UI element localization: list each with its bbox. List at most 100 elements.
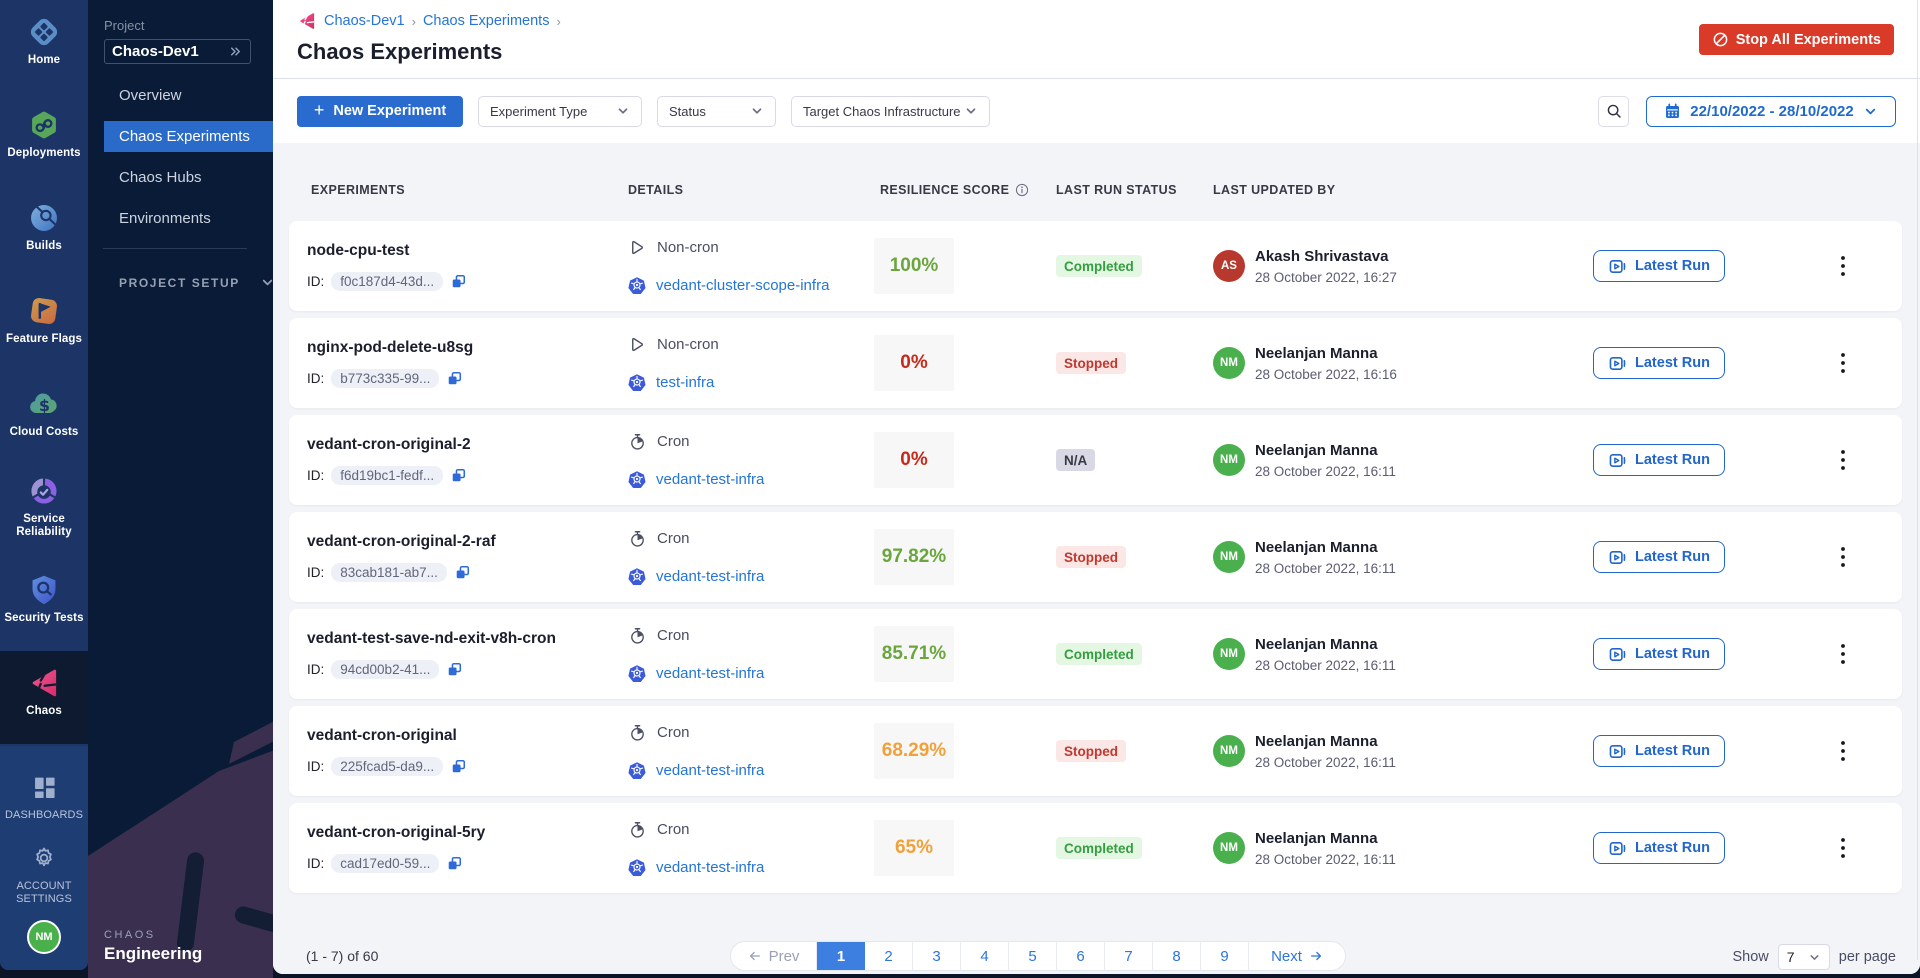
info-icon[interactable] [1015, 183, 1029, 197]
latest-run-button[interactable]: Latest Run [1593, 347, 1725, 379]
run-icon [1608, 451, 1627, 470]
breadcrumb-page[interactable]: Chaos Experiments [423, 13, 550, 29]
infrastructure-link[interactable]: vedant-test-infra [656, 568, 764, 585]
project-selector[interactable]: Chaos-Dev1 [104, 39, 251, 64]
infrastructure-link[interactable]: vedant-test-infra [656, 471, 764, 488]
copy-icon[interactable] [450, 758, 467, 775]
nav-item-chaos-experiments[interactable]: Chaos Experiments [104, 121, 273, 152]
chevron-down-icon [616, 104, 630, 118]
latest-run-button[interactable]: Latest Run [1593, 638, 1725, 670]
service-reliability-icon [26, 473, 62, 509]
pagination-page-5[interactable]: 5 [1009, 942, 1057, 970]
rail-module-chaos[interactable]: Chaos [0, 651, 88, 744]
chevron-down-icon [1863, 104, 1878, 119]
rail-module-security-tests[interactable]: Security Tests [0, 558, 88, 651]
pagination-page-4[interactable]: 4 [961, 942, 1009, 970]
copy-icon[interactable] [446, 855, 463, 872]
nav-item-environments[interactable]: Environments [104, 203, 273, 234]
infrastructure-link[interactable]: vedant-test-infra [656, 665, 764, 682]
nav-item-chaos-hubs[interactable]: Chaos Hubs [104, 162, 273, 193]
latest-run-button[interactable]: Latest Run [1593, 832, 1725, 864]
col-details: DETAILS [628, 183, 874, 197]
row-menu-button[interactable] [1836, 445, 1850, 475]
rail-module-service-reliability[interactable]: Service Reliability [0, 465, 88, 558]
schedule-type: Non-cron [657, 336, 719, 353]
row-menu-button[interactable] [1836, 639, 1850, 669]
resilience-score: 0% [874, 432, 954, 488]
pagination-prev[interactable]: Prev [731, 942, 817, 970]
pagination-page-3[interactable]: 3 [913, 942, 961, 970]
arrow-left-icon [748, 949, 762, 963]
app-root: HomeDeploymentsBuildsFeature FlagsCloud … [0, 0, 1920, 978]
pagination-page-2[interactable]: 2 [865, 942, 913, 970]
project-setup-toggle[interactable]: PROJECT SETUP [119, 275, 273, 290]
pagination-page-6[interactable]: 6 [1057, 942, 1105, 970]
experiment-name[interactable]: vedant-test-save-nd-exit-v8h-cron [307, 630, 628, 648]
dashboards-icon [26, 769, 62, 805]
rail-module-cloud-costs[interactable]: Cloud Costs [0, 372, 88, 465]
new-experiment-button[interactable]: + New Experiment [297, 96, 463, 127]
module-footer: CHAOS Engineering [88, 929, 273, 978]
kebab-menu-icon [1840, 643, 1846, 665]
infrastructure-link[interactable]: test-infra [656, 374, 714, 391]
copy-icon[interactable] [450, 467, 467, 484]
search-button[interactable] [1598, 96, 1629, 127]
experiment-name[interactable]: node-cpu-test [307, 242, 628, 260]
filter-status[interactable]: Status [657, 96, 776, 127]
kubernetes-icon [628, 470, 646, 488]
latest-run-button[interactable]: Latest Run [1593, 444, 1725, 476]
filter-experiment-type[interactable]: Experiment Type [478, 96, 642, 127]
pagination-page-1[interactable]: 1 [817, 942, 865, 970]
page-size-select[interactable]: 7 [1778, 944, 1830, 970]
row-menu-button[interactable] [1836, 833, 1850, 863]
rail-module-feature-flags[interactable]: Feature Flags [0, 279, 88, 372]
updated-date: 28 October 2022, 16:11 [1255, 755, 1396, 770]
infrastructure-link[interactable]: vedant-cluster-scope-infra [656, 277, 829, 294]
nav-item-overview[interactable]: Overview [104, 80, 273, 111]
experiment-name[interactable]: vedant-cron-original [307, 727, 628, 745]
experiment-name[interactable]: vedant-cron-original-5ry [307, 824, 628, 842]
infrastructure-link[interactable]: vedant-test-infra [656, 762, 764, 779]
rail-module-home[interactable]: Home [0, 0, 88, 93]
rail-module-deployments[interactable]: Deployments [0, 93, 88, 186]
updated-date: 28 October 2022, 16:11 [1255, 561, 1396, 576]
row-menu-button[interactable] [1836, 542, 1850, 572]
row-menu-button[interactable] [1836, 736, 1850, 766]
latest-run-button[interactable]: Latest Run [1593, 541, 1725, 573]
experiment-name[interactable]: nginx-pod-delete-u8sg [307, 339, 628, 357]
experiment-id-chip: f6d19bc1-fedf... [331, 466, 443, 485]
pagination-page-8[interactable]: 8 [1153, 942, 1201, 970]
copy-icon[interactable] [450, 273, 467, 290]
status-badge: Stopped [1056, 546, 1126, 568]
user-avatar[interactable]: NM [27, 920, 61, 954]
infrastructure-link[interactable]: vedant-test-infra [656, 859, 764, 876]
user-name: Neelanjan Manna [1255, 345, 1397, 362]
latest-run-button[interactable]: Latest Run [1593, 250, 1725, 282]
project-setup-label: PROJECT SETUP [119, 276, 240, 290]
updated-date: 28 October 2022, 16:11 [1255, 658, 1396, 673]
pagination-page-9[interactable]: 9 [1201, 942, 1249, 970]
stop-all-experiments-button[interactable]: Stop All Experiments [1699, 24, 1894, 55]
breadcrumb-project[interactable]: Chaos-Dev1 [324, 13, 405, 29]
experiment-id-chip: 83cab181-ab7... [331, 563, 447, 582]
date-range-picker[interactable]: 22/10/2022 - 28/10/2022 [1646, 96, 1896, 127]
copy-icon[interactable] [446, 661, 463, 678]
rail-module-builds[interactable]: Builds [0, 186, 88, 279]
row-menu-button[interactable] [1836, 251, 1850, 281]
kebab-menu-icon [1840, 255, 1846, 277]
rail-module-account-settings[interactable]: ACCOUNT SETTINGS [0, 834, 88, 912]
filter-target-infrastructure[interactable]: Target Chaos Infrastructure [791, 96, 990, 127]
pagination-page-7[interactable]: 7 [1105, 942, 1153, 970]
kubernetes-icon [628, 567, 646, 585]
copy-icon[interactable] [446, 370, 463, 387]
stopwatch-icon [628, 723, 647, 742]
latest-run-button[interactable]: Latest Run [1593, 735, 1725, 767]
kebab-menu-icon [1840, 740, 1846, 762]
pagination-next[interactable]: Next [1249, 942, 1345, 970]
row-menu-button[interactable] [1836, 348, 1850, 378]
rail-module-dashboards[interactable]: DASHBOARDS [0, 756, 88, 834]
experiment-name[interactable]: vedant-cron-original-2 [307, 436, 628, 454]
copy-icon[interactable] [454, 564, 471, 581]
experiment-name[interactable]: vedant-cron-original-2-raf [307, 533, 628, 551]
run-icon [1608, 548, 1627, 567]
